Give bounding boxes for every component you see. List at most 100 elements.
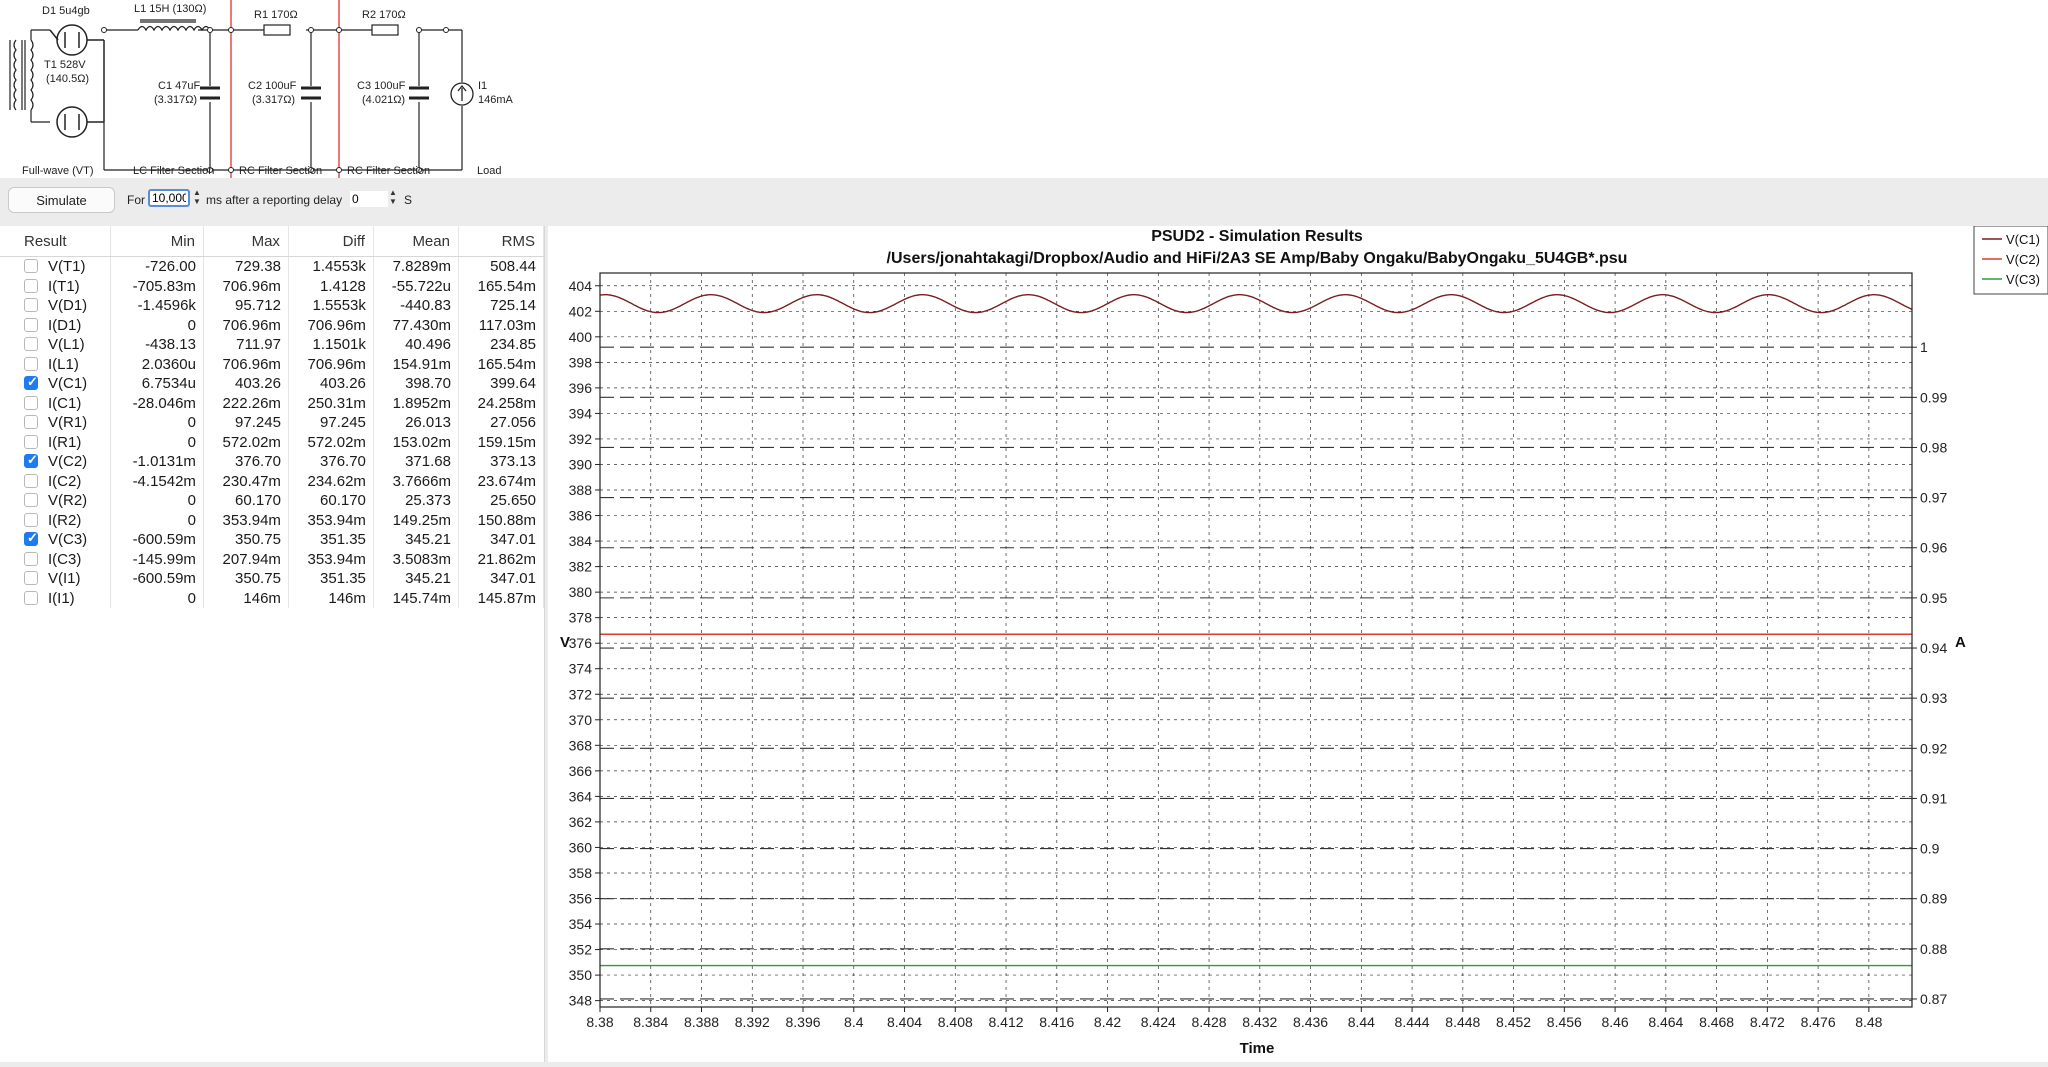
- y-tick-label: 352: [569, 942, 593, 958]
- capacitor-c2: [301, 86, 321, 100]
- schematic-panel: D1 5u4gb T1 528V (140.5Ω) L1 15H (130Ω) …: [0, 0, 2048, 178]
- result-diff-cell: 403.26: [288, 374, 374, 394]
- delay-description-label: ms after a reporting delay: [206, 193, 343, 207]
- result-diff-cell: 1.5553k: [288, 296, 374, 316]
- table-row[interactable]: V(L1) -438.13 711.97 1.1501k 40.496 234.85: [0, 335, 545, 355]
- y-tick-label: 402: [569, 303, 593, 319]
- result-rms-cell: 347.01: [458, 530, 545, 550]
- c1-label: C1 47uF: [158, 80, 200, 92]
- table-row[interactable]: I(R2) 0 353.94m 353.94m 149.25m 150.88m: [0, 510, 545, 530]
- c1-esr-label: (3.317Ω): [154, 94, 197, 106]
- table-row[interactable]: I(C2) -4.1542m 230.47m 234.62m 3.7666m 23.674…: [0, 471, 545, 491]
- result-min-cell: -4.1542m: [110, 471, 204, 491]
- result-rms-cell: 21.862m: [458, 549, 545, 569]
- col-header-result[interactable]: Result: [0, 226, 112, 257]
- chart-legend[interactable]: V(C1) V(C2) V(C3): [1973, 226, 2048, 295]
- col-header-rms[interactable]: RMS: [458, 226, 545, 257]
- result-max-cell: 729.38: [203, 256, 289, 277]
- table-row[interactable]: I(C3) -145.99m 207.94m 353.94m 3.5083m 21.862…: [0, 549, 545, 569]
- section-label-lc: LC Filter Section: [133, 165, 214, 177]
- col-header-max[interactable]: Max: [203, 226, 289, 257]
- result-name: V(C3): [48, 531, 88, 549]
- plot-checkbox[interactable]: [24, 317, 38, 332]
- result-rms-cell: 117.03m: [458, 315, 545, 335]
- duration-stepper-icon[interactable]: ▲ ▼: [192, 188, 202, 208]
- table-row[interactable]: V(R2) 0 60.170 60.170 25.373 25.650: [0, 491, 545, 511]
- x-tick-label: 8.428: [1192, 1014, 1227, 1030]
- table-row[interactable]: V(C2)-1.0131m376.70376.70371.68373.13: [0, 452, 545, 472]
- result-rms-cell: 165.54m: [458, 354, 545, 374]
- plot-checkbox[interactable]: [24, 434, 38, 449]
- simulation-chart: PSUD2 - Simulation Results /Users/jonaht…: [560, 226, 2048, 1057]
- plot-checkbox[interactable]: [24, 493, 38, 507]
- x-tick-label: 8.38: [586, 1014, 613, 1030]
- result-mean-cell: 154.91m: [373, 354, 459, 374]
- x-tick-label: 8.452: [1496, 1014, 1531, 1030]
- table-row[interactable]: I(I1) 0 146m 146m 145.74m 145.87m: [0, 588, 545, 608]
- reporting-delay-input[interactable]: [350, 191, 388, 207]
- result-name-cell: V(L1): [0, 335, 112, 355]
- capacitor-c1: [200, 86, 220, 100]
- legend-entry-vc3: V(C3): [2006, 272, 2040, 287]
- plot-checkbox[interactable]: [24, 278, 38, 293]
- rectifier-tube-bottom: [56, 40, 105, 138]
- table-row[interactable]: I(T1) -705.83m 706.96m 1.4128 -55.722u 165.54…: [0, 276, 545, 296]
- table-row[interactable]: V(C3) -600.59m350.75351.35345.21347.01: [0, 530, 545, 550]
- result-min-cell: -28.046m: [110, 393, 204, 413]
- c2-label: C2 100uF: [248, 80, 297, 92]
- result-min-cell: 6.7534u: [110, 374, 204, 394]
- table-row[interactable]: V(R1) 0 97.245 97.245 26.013 27.056: [0, 413, 545, 433]
- table-row[interactable]: V(C1)6.7534u403.26403.26398.70399.64: [0, 374, 545, 394]
- result-name-cell: I(C3): [0, 549, 112, 569]
- duration-input[interactable]: [148, 189, 190, 207]
- result-mean-cell: 40.496: [373, 335, 459, 355]
- section-label-rc2: RC Filter Section: [347, 165, 430, 177]
- y-tick-label: 350: [569, 967, 593, 983]
- plot-checkbox[interactable]: [24, 473, 38, 488]
- plot-checkbox[interactable]: [24, 512, 38, 527]
- plot-checkbox[interactable]: [24, 298, 38, 312]
- table-row[interactable]: I(R1) 0 572.02m 572.02m 153.02m 159.15m: [0, 432, 545, 452]
- x-tick-label: 8.408: [938, 1014, 973, 1030]
- table-row[interactable]: I(L1) 2.0360u 706.96m 706.96m 154.91m 165.54m: [0, 354, 545, 374]
- result-name: I(D1): [48, 316, 82, 334]
- table-row[interactable]: I(D1) 0 706.96m 706.96m 77.430m 117.03m: [0, 315, 545, 335]
- chart-subtitle: /Users/jonahtakagi/Dropbox/Audio and HiF…: [887, 250, 1628, 267]
- plot-checkbox[interactable]: [24, 551, 38, 566]
- col-header-mean[interactable]: Mean: [373, 226, 459, 257]
- plot-checkbox[interactable]: [24, 530, 38, 546]
- result-name: I(R2): [48, 511, 82, 529]
- plot-checkbox[interactable]: [24, 571, 38, 585]
- table-row[interactable]: V(I1) -600.59m 350.75 351.35 345.21 347.01: [0, 569, 545, 589]
- plot-checkbox[interactable]: [24, 590, 38, 605]
- plot-checkbox[interactable]: [24, 415, 38, 429]
- plot-checkbox[interactable]: [24, 374, 38, 390]
- y-tick-label: 380: [569, 584, 593, 600]
- x-tick-label: 8.476: [1801, 1014, 1836, 1030]
- plot-checkbox[interactable]: [24, 452, 38, 468]
- result-min-cell: -1.4596k: [110, 296, 204, 316]
- result-max-cell: 97.245: [203, 413, 289, 433]
- col-header-diff[interactable]: Diff: [288, 226, 374, 257]
- plot-checkbox[interactable]: [24, 259, 38, 273]
- result-name-cell: V(R2): [0, 491, 112, 511]
- y2-tick-label: 0.89: [1920, 891, 1947, 907]
- tick-layer: 8.38 8.384 8.388 8.392 8.396 8.4 8.404 8.408 8.4…: [569, 278, 1948, 1030]
- col-header-min[interactable]: Min: [110, 226, 204, 257]
- plot-checkbox[interactable]: [24, 395, 38, 410]
- x-tick-label: 8.48: [1855, 1014, 1882, 1030]
- y2-tick-label: 0.88: [1920, 941, 1947, 957]
- delay-stepper-icon[interactable]: ▲ ▼: [388, 188, 398, 208]
- table-row[interactable]: V(T1) -726.00 729.38 1.4553k 7.8289m 508.44: [0, 256, 545, 277]
- result-min-cell: 0: [110, 588, 204, 608]
- x-tick-label: 8.468: [1699, 1014, 1734, 1030]
- simulate-button[interactable]: Simulate: [8, 187, 115, 213]
- plot-checkbox[interactable]: [24, 337, 38, 351]
- table-row[interactable]: V(D1) -1.4596k 95.712 1.5553k -440.83 725.14: [0, 296, 545, 316]
- plot-checkbox[interactable]: [24, 356, 38, 371]
- table-row[interactable]: I(C1) -28.046m 222.26m 250.31m 1.8952m 24.258…: [0, 393, 545, 413]
- x-tick-label: 8.4: [844, 1014, 864, 1030]
- y2-tick-label: 0.99: [1920, 389, 1947, 405]
- result-name: V(R2): [48, 492, 88, 510]
- result-name-cell: V(C1): [0, 374, 112, 394]
